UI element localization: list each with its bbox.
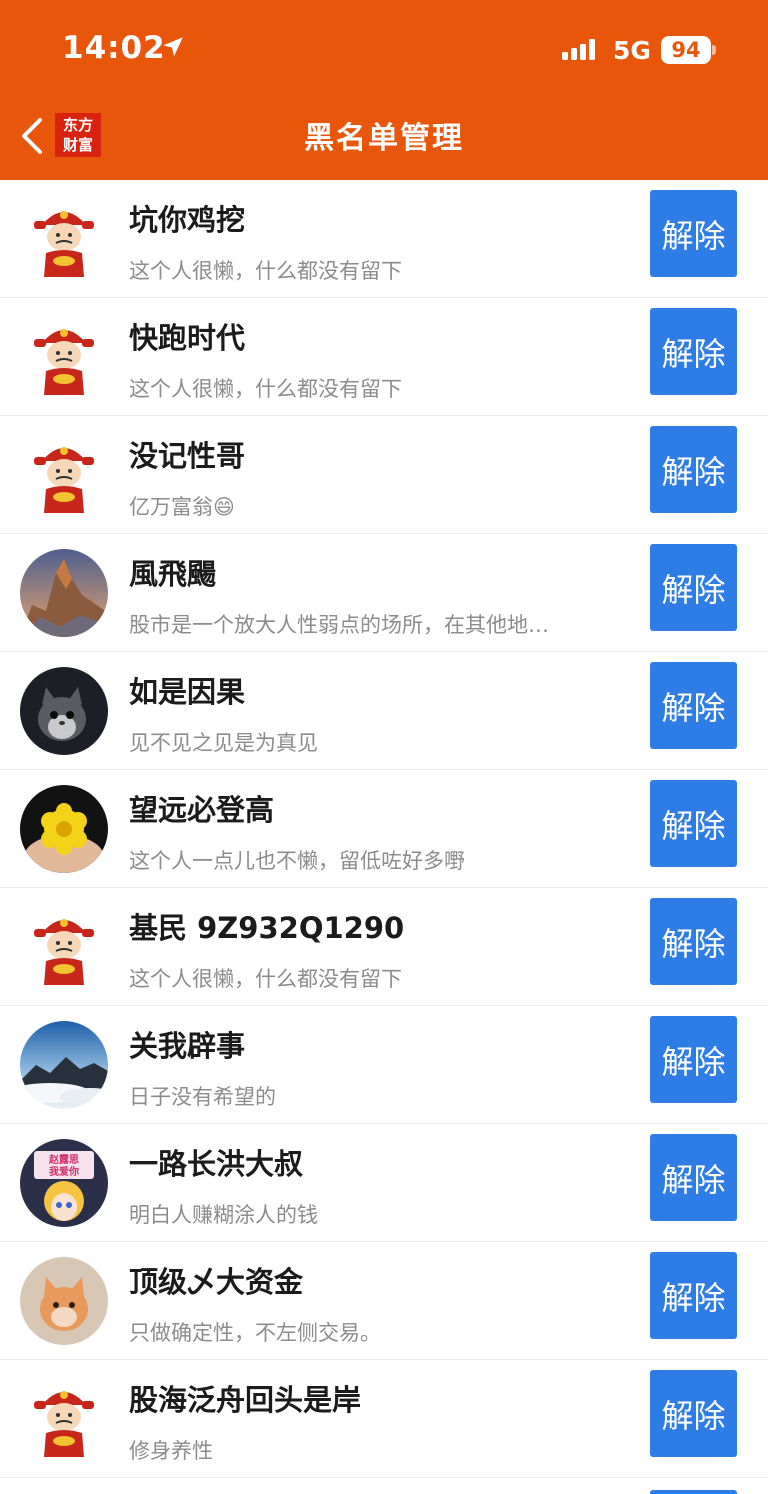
user-signature: 这个人很懒，什么都没有留下 [129, 259, 402, 283]
user-signature: 股市是一个放大人性弱点的场所，在其他地… [129, 613, 549, 637]
user-name[interactable]: 股海泛舟回头是岸 [129, 1377, 361, 1419]
unblock-button[interactable]: 解除 [650, 190, 737, 277]
user-name[interactable]: 如是因果 [129, 669, 245, 711]
unblock-button[interactable]: 解除 [650, 1134, 737, 1221]
avatar[interactable] [20, 549, 108, 637]
user-name[interactable]: 快跑时代 [129, 315, 245, 357]
avatar[interactable] [20, 1375, 108, 1463]
list-item: 坑你鸡挖这个人很懒，什么都没有留下 解除 [0, 180, 768, 298]
user-signature: 亿万富翁😄 [129, 495, 235, 519]
list-item: 如是因果见不见之见是为真见 解除 [0, 652, 768, 770]
unblock-button[interactable]: 解除 [650, 426, 737, 513]
list-item: 望远必登高这个人一点儿也不懒，留低咗好多嘢 解除 [0, 770, 768, 888]
unblock-button[interactable]: 解除 [650, 1370, 737, 1457]
avatar[interactable] [20, 785, 108, 873]
list-item: 風飛颺股市是一个放大人性弱点的场所，在其他地… 解除 [0, 534, 768, 652]
list-item: 赵露思 我爱你 一路长洪大叔 明白人赚糊涂人的钱 解除 [0, 1124, 768, 1242]
user-signature: 日子没有希望的 [129, 1085, 276, 1109]
location-arrow-icon [163, 37, 183, 57]
avatar[interactable]: 赵露思 我爱你 [20, 1139, 108, 1227]
avatar[interactable] [20, 667, 108, 755]
user-name[interactable]: 没记性哥 [129, 433, 245, 475]
next-unblock-button-peek[interactable] [650, 1490, 737, 1494]
list-item: 基民 9Z932Q1290 这个人很懒，什么都没有留下 解除 [0, 888, 768, 1006]
user-name[interactable]: 風飛颺 [129, 551, 216, 593]
avatar[interactable] [20, 195, 108, 283]
avatar[interactable] [20, 1257, 108, 1345]
list-item: 顶级乄大资金只做确定性，不左侧交易。 解除 [0, 1242, 768, 1360]
user-signature: 这个人很懒，什么都没有留下 [129, 967, 402, 991]
page-title: 黑名单管理 [304, 121, 464, 156]
status-time: 14:02 [62, 30, 183, 66]
avatar[interactable] [20, 1021, 108, 1109]
user-signature: 修身养性 [129, 1439, 213, 1463]
user-name[interactable]: 一路长洪大叔 [129, 1141, 303, 1183]
unblock-button[interactable]: 解除 [650, 1252, 737, 1339]
user-name[interactable]: 关我辟事 [129, 1023, 245, 1065]
user-name[interactable]: 望远必登高 [129, 787, 274, 829]
user-signature: 这个人一点儿也不懒，留低咗好多嘢 [129, 849, 465, 873]
user-signature: 明白人赚糊涂人的钱 [129, 1203, 318, 1227]
signal-icon [562, 39, 595, 60]
user-signature: 只做确定性，不左侧交易。 [129, 1321, 381, 1345]
svg-text:赵露思: 赵露思 [48, 1153, 79, 1166]
user-name[interactable]: 顶级乄大资金 [129, 1259, 303, 1301]
battery-indicator: 94 [661, 36, 711, 64]
unblock-button[interactable]: 解除 [650, 662, 737, 749]
list-item: 快跑时代这个人很懒，什么都没有留下 解除 [0, 298, 768, 416]
unblock-button[interactable]: 解除 [650, 898, 737, 985]
unblock-button[interactable]: 解除 [650, 1016, 737, 1103]
user-name[interactable]: 坑你鸡挖 [129, 197, 245, 239]
avatar[interactable] [20, 431, 108, 519]
svg-text:我爱你: 我爱你 [49, 1165, 79, 1178]
list-item: 关我辟事日子没有希望的 解除 [0, 1006, 768, 1124]
list-item: 股海泛舟回头是岸修身养性 解除 [0, 1360, 768, 1478]
unblock-button[interactable]: 解除 [650, 780, 737, 867]
network-type: 5G [613, 36, 651, 65]
list-item: 没记性哥亿万富翁😄 解除 [0, 416, 768, 534]
avatar[interactable] [20, 313, 108, 401]
unblock-button[interactable]: 解除 [650, 544, 737, 631]
app-header: 14:02 5G 94 东方 财富 黑名单管理 [0, 0, 768, 180]
unblock-button[interactable]: 解除 [650, 308, 737, 395]
battery-tip [712, 45, 716, 55]
user-name[interactable]: 基民 9Z932Q1290 [129, 905, 404, 947]
avatar[interactable] [20, 903, 108, 991]
user-signature: 这个人很懒，什么都没有留下 [129, 377, 402, 401]
user-signature: 见不见之见是为真见 [129, 731, 318, 755]
